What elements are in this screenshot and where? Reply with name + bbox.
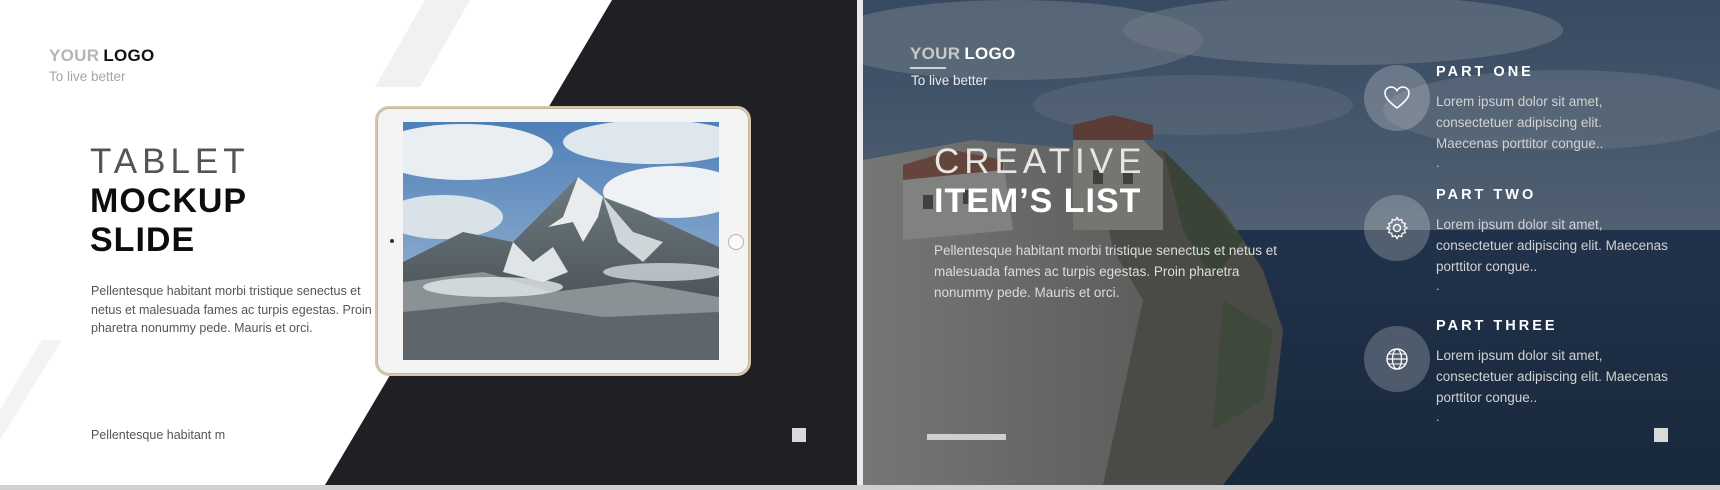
mountain-image xyxy=(403,122,719,360)
accent-bar xyxy=(927,434,1006,440)
part-two-text: Lorem ipsum dolor sit amet, consectetuer… xyxy=(1436,214,1706,277)
part-line: consectetuer adipiscing elit. xyxy=(1436,115,1602,130)
part-one-text: Lorem ipsum dolor sit amet, consectetuer… xyxy=(1436,91,1686,154)
body-paragraph: Pellentesque habitant morbi tristique se… xyxy=(934,240,1277,303)
logo: YOUR LOGO xyxy=(49,46,155,66)
logo-underline xyxy=(910,67,946,69)
part-two-title: PART TWO xyxy=(1436,187,1537,203)
footnote: Pellentesque habitant m xyxy=(91,428,226,442)
part-line: consectetuer adipiscing elit. Maecenas xyxy=(1436,369,1668,384)
tablet-device xyxy=(375,106,751,376)
title-bold-line-1: MOCKUP xyxy=(90,182,248,220)
tagline: To live better xyxy=(911,73,988,88)
part-line: consectetuer adipiscing elit. Maecenas xyxy=(1436,238,1668,253)
body-line: pharetra nonummy pede. Mauris et orci. xyxy=(91,321,313,335)
part-line: porttitor congue.. xyxy=(1436,390,1538,405)
body-line: Pellentesque habitant morbi tristique se… xyxy=(934,243,1277,258)
part-three-text: Lorem ipsum dolor sit amet, consectetuer… xyxy=(1436,345,1706,408)
part-one-dot: . xyxy=(1436,155,1440,170)
logo-word-text: LOGO xyxy=(103,46,155,65)
camera-dot xyxy=(390,239,394,243)
gear-icon xyxy=(1385,216,1409,240)
home-button xyxy=(728,234,744,250)
bottom-strip xyxy=(0,485,1720,490)
body-line: malesuada fames ac turpis egestas. Proin… xyxy=(934,264,1240,279)
title-thin: CREATIVE xyxy=(934,142,1147,181)
heart-icon xyxy=(1384,86,1410,110)
creative-items-slide[interactable]: YOUR LOGO To live better CREATIVE ITEM’S … xyxy=(863,0,1720,485)
part-one-title: PART ONE xyxy=(1436,64,1534,80)
part-three-icon-circle[interactable] xyxy=(1364,326,1430,392)
logo: YOUR LOGO xyxy=(910,44,1016,64)
title-bold-line-2: SLIDE xyxy=(90,221,196,259)
tablet-screen-image xyxy=(403,122,719,360)
part-two-icon-circle[interactable] xyxy=(1364,195,1430,261)
part-line: Lorem ipsum dolor sit amet, xyxy=(1436,217,1603,232)
part-three-dot: . xyxy=(1436,409,1440,424)
body-line: nonummy pede. Mauris et orci. xyxy=(934,285,1120,300)
body-paragraph: Pellentesque habitant morbi tristique se… xyxy=(91,282,372,338)
part-line: Lorem ipsum dolor sit amet, xyxy=(1436,94,1603,109)
title-thin: TABLET xyxy=(90,142,250,181)
logo-your-text: YOUR xyxy=(910,44,961,63)
logo-word-text: LOGO xyxy=(964,44,1016,63)
title-bold: ITEM’S LIST xyxy=(934,182,1142,220)
part-one-icon-circle[interactable] xyxy=(1364,65,1430,131)
slide-preview-stage: YOUR LOGO To live better TABLET MOCKUP SL… xyxy=(0,0,1720,490)
corner-square xyxy=(792,428,806,442)
tagline: To live better xyxy=(49,69,126,84)
corner-square xyxy=(1654,428,1668,442)
part-line: porttitor congue.. xyxy=(1436,259,1538,274)
part-two-dot: . xyxy=(1436,278,1440,293)
part-line: Lorem ipsum dolor sit amet, xyxy=(1436,348,1603,363)
logo-your-text: YOUR xyxy=(49,46,100,65)
body-line: Pellentesque habitant morbi tristique se… xyxy=(91,284,361,298)
globe-icon xyxy=(1386,348,1408,370)
tablet-mockup-slide[interactable]: YOUR LOGO To live better TABLET MOCKUP SL… xyxy=(0,0,857,485)
part-line: Maecenas porttitor congue.. xyxy=(1436,136,1604,151)
body-line: netus et malesuada fames ac turpis egest… xyxy=(91,302,372,317)
part-three-title: PART THREE xyxy=(1436,318,1558,334)
